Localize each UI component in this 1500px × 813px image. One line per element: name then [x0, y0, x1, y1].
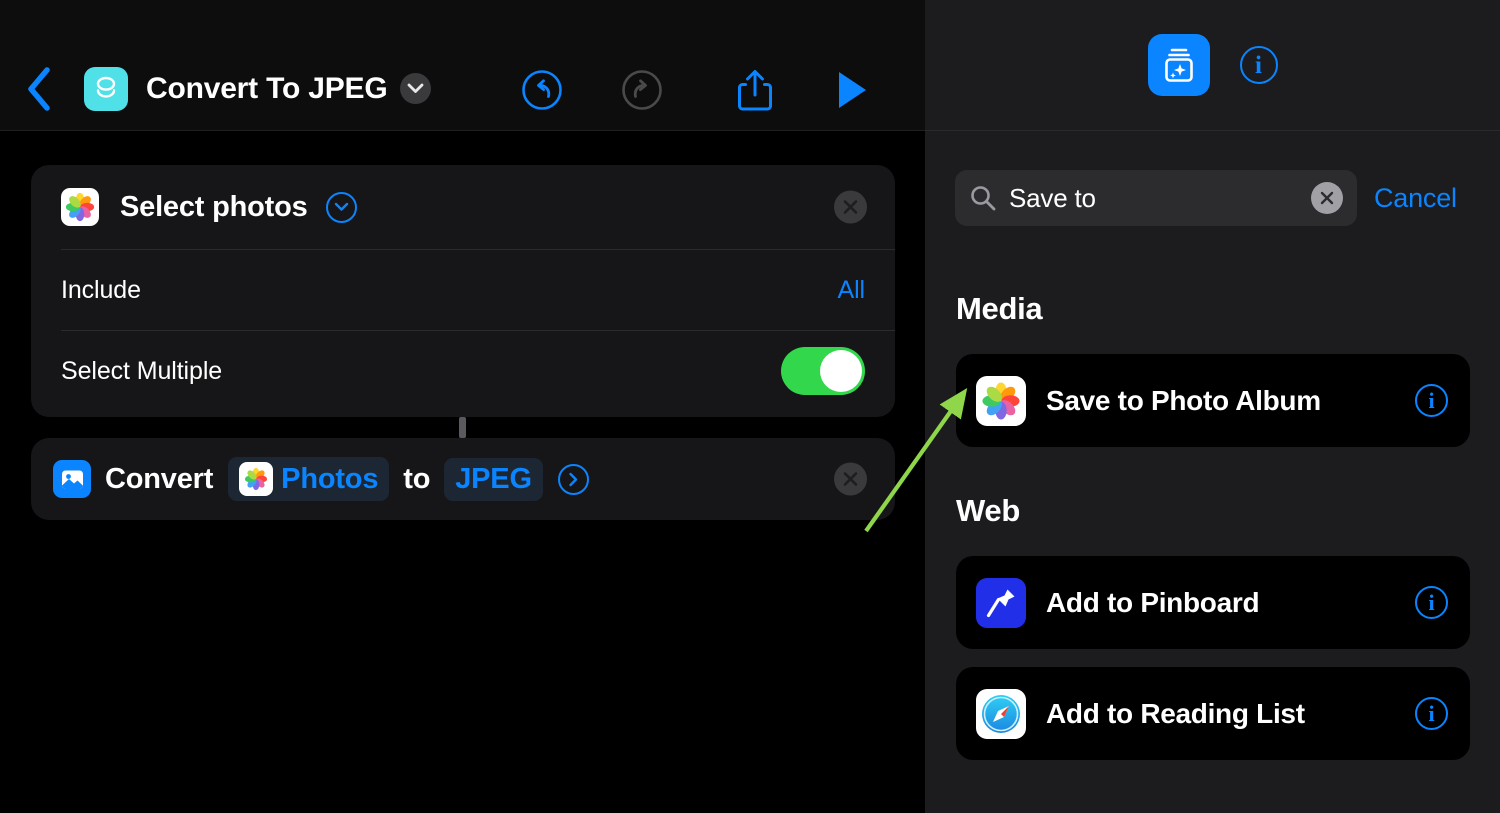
search-bar-row: Save to Cancel: [925, 131, 1500, 261]
card-stack-sparkle-icon: [1164, 48, 1193, 82]
picker-header: i: [925, 0, 1500, 131]
action-connector: [459, 417, 466, 438]
result-label: Add to Reading List: [1046, 697, 1305, 729]
shortcut-title-menu-button[interactable]: [400, 73, 431, 104]
editor-toolbar: Convert To JPEG: [0, 0, 925, 131]
toggle-knob: [820, 350, 862, 392]
action-card-header[interactable]: Select photos: [31, 165, 895, 249]
info-circle-icon[interactable]: i: [1415, 586, 1448, 619]
chevron-right-circle-icon: [569, 472, 578, 486]
stacked-layers-icon: [96, 76, 116, 98]
safari-compass-icon: [976, 688, 1026, 739]
convert-preposition: to: [403, 462, 431, 495]
param-label: Select Multiple: [61, 356, 223, 385]
photos-pinwheel-icon: [982, 381, 1020, 420]
search-input[interactable]: Save to: [955, 170, 1357, 226]
search-results: Media Save to Photo Album i Web Add to P…: [925, 261, 1500, 760]
info-circle-icon[interactable]: i: [1415, 697, 1448, 730]
section-header-web: Web: [956, 493, 1020, 528]
result-label: Save to Photo Album: [1046, 384, 1321, 416]
image-file-icon: [53, 460, 91, 498]
param-value[interactable]: All: [838, 276, 866, 305]
search-input-value: Save to: [1009, 182, 1096, 213]
info-circle-icon[interactable]: i: [1415, 384, 1448, 417]
actions-gallery-sparkle-icon[interactable]: [1147, 34, 1210, 96]
action-detail-button[interactable]: [557, 463, 589, 495]
close-x-icon: [843, 200, 858, 214]
token-format-jpeg[interactable]: JPEG: [444, 457, 543, 501]
shortcut-title: Convert To JPEG: [146, 72, 388, 105]
screen-root: Convert To JPEG Select photos Include Al…: [0, 0, 1500, 813]
convert-verb: Convert: [105, 462, 214, 495]
share-button[interactable]: [731, 66, 779, 114]
photos-pinwheel-icon: [245, 467, 268, 491]
chevron-down-circle-icon: [334, 202, 348, 211]
action-title: Select photos: [120, 190, 308, 223]
shortcut-editor-panel: Convert To JPEG Select photos Include Al…: [0, 0, 925, 813]
param-row-select-multiple[interactable]: Select Multiple: [31, 331, 895, 411]
undo-arrow-icon: [522, 70, 562, 110]
section-header-media: Media: [956, 291, 1043, 326]
pinboard-pin-icon: [976, 577, 1026, 628]
action-card-convert[interactable]: Convert Photos to JPEG: [31, 438, 895, 520]
clear-search-button[interactable]: [1311, 182, 1343, 214]
token-photos-label: Photos: [281, 462, 379, 495]
photos-app-icon: [976, 375, 1026, 426]
chevron-down-icon: [407, 83, 424, 93]
info-circle-icon[interactable]: i: [1239, 46, 1278, 84]
remove-action-button[interactable]: [834, 190, 867, 224]
photos-app-icon: [239, 462, 274, 496]
shortcut-app-icon[interactable]: [84, 67, 128, 111]
action-picker-panel: i Save to Cancel Media Save to Photo Alb…: [925, 0, 1500, 813]
clear-x-circle-icon: [1320, 191, 1334, 205]
undo-button[interactable]: [518, 66, 566, 114]
token-photos[interactable]: Photos: [228, 457, 390, 501]
photo-glyph-icon: [61, 470, 83, 488]
result-row-add-to-reading-list[interactable]: Add to Reading List i: [956, 667, 1470, 760]
param-row-include[interactable]: Include All: [31, 250, 895, 330]
result-label: Add to Pinboard: [1046, 586, 1260, 618]
remove-action-button[interactable]: [834, 462, 867, 496]
action-card-select-photos[interactable]: Select photos Include All Select Multipl…: [31, 165, 895, 417]
convert-row[interactable]: Convert Photos to JPEG: [31, 438, 895, 520]
photos-app-icon: [61, 188, 99, 226]
param-label: Include: [61, 275, 141, 304]
play-triangle-icon: [839, 72, 866, 108]
cancel-search-button[interactable]: Cancel: [1374, 183, 1457, 214]
expand-action-button[interactable]: [325, 191, 357, 223]
pushpin-icon: [986, 589, 1015, 617]
compass-icon: [982, 694, 1020, 733]
result-row-save-to-photo-album[interactable]: Save to Photo Album i: [956, 354, 1470, 447]
result-row-add-to-pinboard[interactable]: Add to Pinboard i: [956, 556, 1470, 649]
back-button[interactable]: [22, 62, 56, 116]
close-x-icon: [843, 472, 858, 486]
redo-arrow-icon: [622, 70, 662, 110]
photos-pinwheel-icon: [65, 192, 95, 222]
select-multiple-toggle[interactable]: [781, 347, 865, 395]
redo-button[interactable]: [618, 66, 666, 114]
chevron-left-icon: [28, 67, 50, 111]
search-magnifier-icon: [971, 186, 996, 211]
run-shortcut-button[interactable]: [828, 66, 876, 114]
share-up-arrow-icon: [738, 70, 772, 111]
